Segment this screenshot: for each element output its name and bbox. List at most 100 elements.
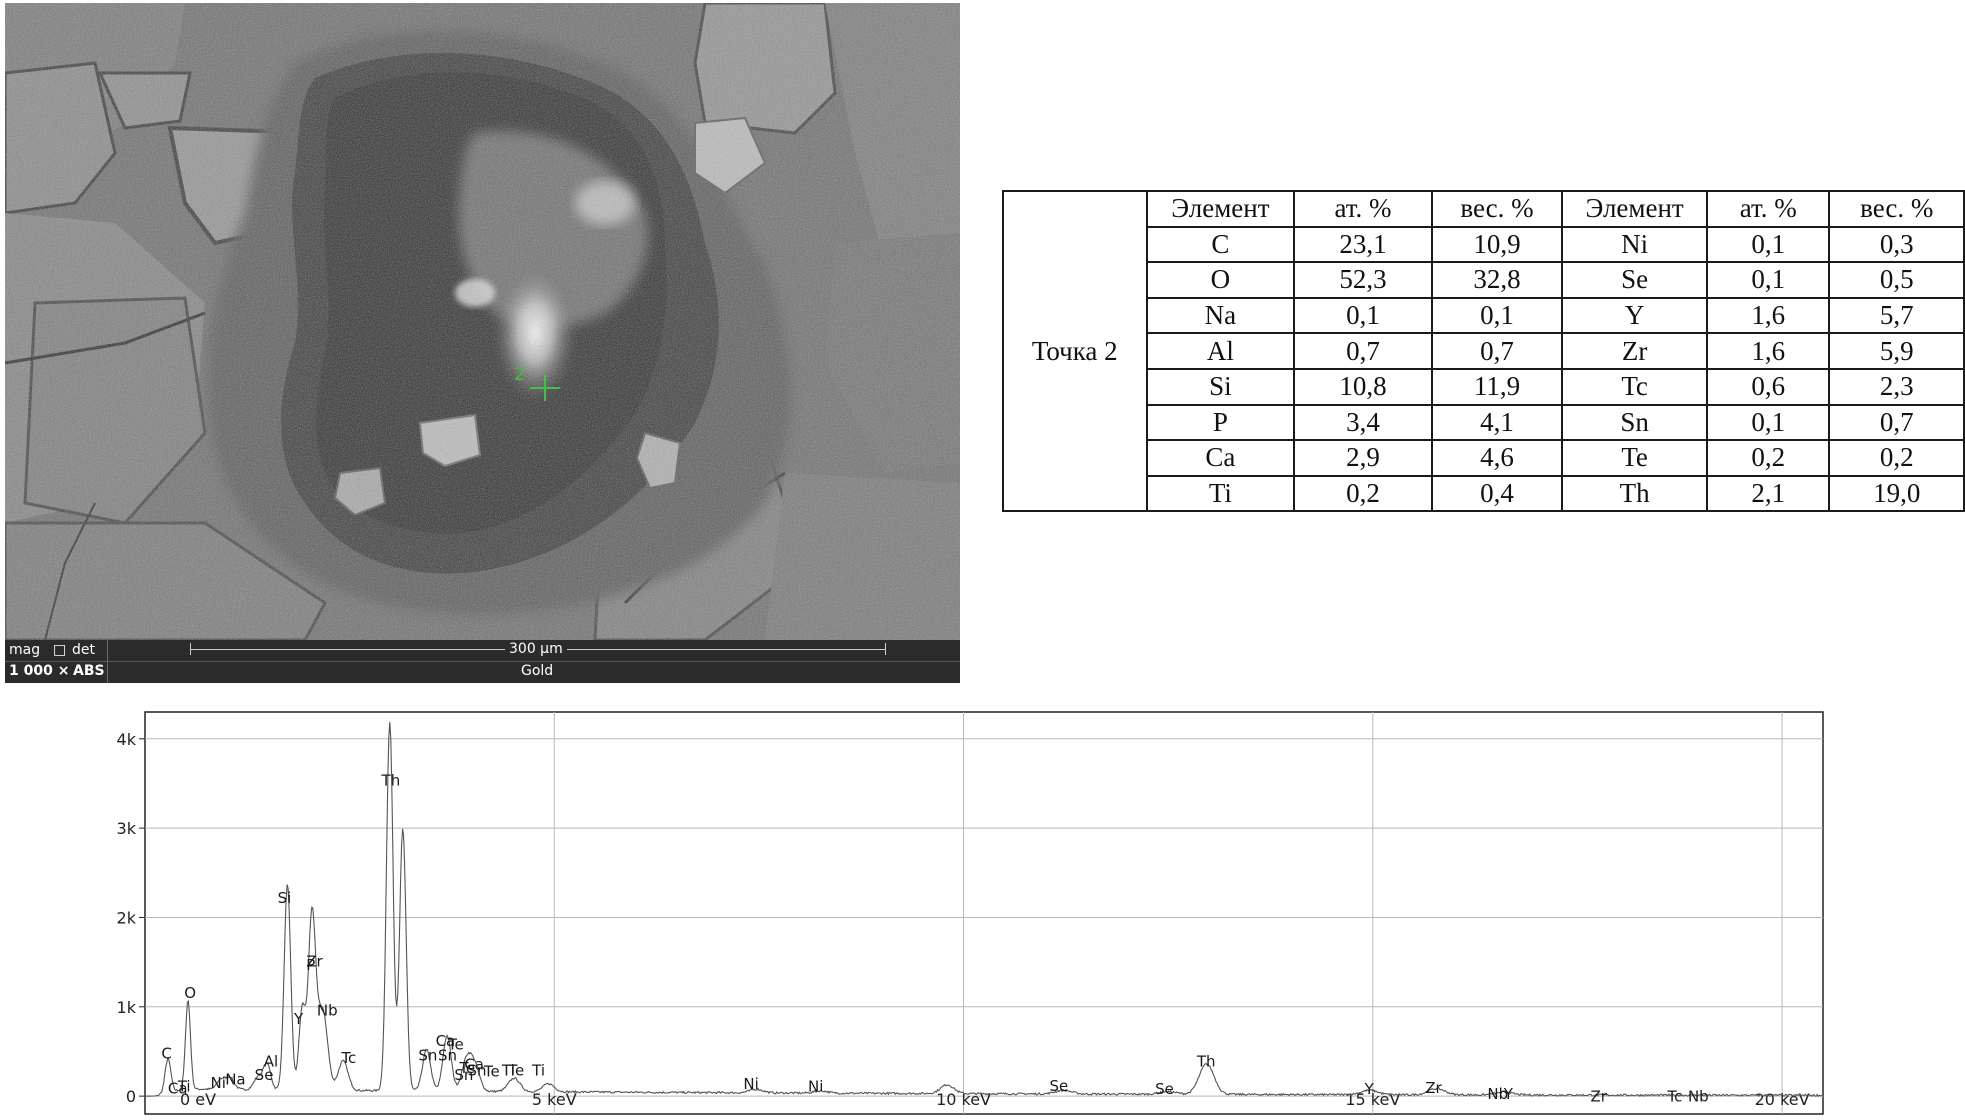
sem-micrograph-image: 2 <box>5 3 960 640</box>
table-row: Si 10,8 11,9 Tc 0,6 2,3 <box>1003 367 1965 406</box>
at-percent-cell: 23,1 <box>1293 225 1433 264</box>
wt-percent-cell-2: 0,7 <box>1828 403 1965 442</box>
scale-bar-left-tick <box>190 643 191 655</box>
element-cell: C <box>1145 225 1296 264</box>
y-tick-label: 1k <box>117 998 137 1017</box>
info-bar-column-divider <box>107 640 108 683</box>
table-header-row: Точка 2 Элемент ат. % вес. % Элемент ат.… <box>1002 189 1965 513</box>
coating-label: Gold <box>521 663 554 679</box>
header-element: Элемент <box>1145 190 1296 228</box>
at-percent-cell: 52,3 <box>1293 261 1433 299</box>
header-wt-percent: вес. % <box>1430 190 1564 228</box>
wt-percent-cell: 10,9 <box>1430 225 1564 264</box>
peak-label: Ti <box>531 1062 545 1080</box>
mag-label: mag <box>9 642 41 658</box>
wt-percent-cell-2: 0,3 <box>1828 225 1965 264</box>
peak-label: Sn <box>418 1046 437 1064</box>
point-label-cell: Точка 2 <box>1002 189 1148 513</box>
table-row: P 3,4 4,1 Sn 0,1 0,7 <box>1003 403 1965 442</box>
at-percent-cell: 0,1 <box>1293 296 1433 335</box>
table-row: C 23,1 10,9 Ni 0,1 0,3 <box>1003 225 1965 264</box>
y-tick-label: 4k <box>117 730 137 749</box>
at-percent-cell-2: 2,1 <box>1705 474 1831 513</box>
table-row: Ti 0,2 0,4 Th 2,1 19,0 <box>1003 474 1965 513</box>
y-tick-label: 0 <box>126 1087 136 1106</box>
peak-label: Ni <box>210 1074 225 1092</box>
peak-label: C <box>161 1045 171 1063</box>
element-cell-2: Tc <box>1561 367 1708 406</box>
at-percent-cell-2: 1,6 <box>1705 296 1831 335</box>
det-value: ABS <box>73 663 105 679</box>
header-element-2: Элемент <box>1561 190 1708 228</box>
element-cell: P <box>1145 403 1296 442</box>
peak-label: Th <box>381 771 401 789</box>
peak-label: Y <box>293 1010 304 1028</box>
table-row: Al 0,7 0,7 Zr 1,6 5,9 <box>1003 332 1965 370</box>
y-tick-label: 2k <box>117 908 137 927</box>
at-percent-cell-2: 0,1 <box>1705 261 1831 299</box>
peak-label: Se <box>1049 1077 1068 1095</box>
element-cell-2: Sn <box>1561 403 1708 442</box>
peak-label: Te <box>507 1062 524 1080</box>
detector-square-icon: □ <box>53 642 67 658</box>
sem-info-bar: mag □ det 1 000 × ABS 300 µm Gold <box>5 640 960 683</box>
wt-percent-cell-2: 5,9 <box>1828 332 1965 370</box>
element-cell: Ca <box>1145 439 1296 477</box>
x-tick-label: 5 keV <box>532 1090 577 1109</box>
at-percent-cell: 2,9 <box>1293 439 1433 477</box>
element-cell: Al <box>1145 332 1296 370</box>
table-row: Ca 2,9 4,6 Te 0,2 0,2 <box>1003 439 1965 477</box>
wt-percent-cell-2: 0,5 <box>1828 261 1965 299</box>
peak-label: Ni <box>808 1078 823 1096</box>
peak-label: Th <box>1196 1053 1216 1071</box>
composition-table: Точка 2 Элемент ат. % вес. % Элемент ат.… <box>1002 189 1965 513</box>
wt-percent-cell-2: 5,7 <box>1828 296 1965 335</box>
wt-percent-cell: 32,8 <box>1430 261 1564 299</box>
at-percent-cell: 10,8 <box>1293 367 1433 406</box>
peak-label: Y <box>1503 1085 1514 1103</box>
element-cell-2: Th <box>1561 474 1708 513</box>
analysis-point-label: 2 <box>514 364 525 385</box>
peak-label: Nb <box>1688 1087 1709 1105</box>
element-cell-2: Se <box>1561 261 1708 299</box>
peak-label: Te <box>483 1062 500 1080</box>
y-tick-label: 3k <box>117 819 137 838</box>
peak-label: Y <box>1364 1080 1375 1098</box>
wt-percent-cell-2: 0,2 <box>1828 439 1965 477</box>
wt-percent-cell: 0,7 <box>1430 332 1564 370</box>
peak-label: Tc <box>340 1049 356 1067</box>
at-percent-cell: 3,4 <box>1293 403 1433 442</box>
wt-percent-cell: 11,9 <box>1430 367 1564 406</box>
peak-label: Tc <box>1666 1087 1682 1105</box>
element-cell: Si <box>1145 367 1296 406</box>
wt-percent-cell: 4,1 <box>1430 403 1564 442</box>
peak-label: O <box>184 984 196 1002</box>
at-percent-cell-2: 0,6 <box>1705 367 1831 406</box>
peak-label: Al <box>264 1053 278 1071</box>
peak-label: Te <box>447 1036 464 1054</box>
peak-label: Ca <box>464 1055 484 1073</box>
element-cell: O <box>1145 261 1296 299</box>
header-wt-percent-2: вес. % <box>1828 190 1965 228</box>
at-percent-cell-2: 0,1 <box>1705 403 1831 442</box>
at-percent-cell-2: 0,1 <box>1705 225 1831 264</box>
peak-label: Zr <box>1425 1079 1442 1097</box>
at-percent-cell-2: 0,2 <box>1705 439 1831 477</box>
x-tick-label: 20 keV <box>1755 1090 1810 1109</box>
header-at-percent: ат. % <box>1293 190 1433 228</box>
table-row: Na 0,1 0,1 Y 1,6 5,7 <box>1003 296 1965 335</box>
at-percent-cell-2: 1,6 <box>1705 332 1831 370</box>
peak-label: Zr <box>1591 1087 1608 1105</box>
peak-label: Ni <box>743 1075 758 1093</box>
element-cell: Na <box>1145 296 1296 335</box>
wt-percent-cell: 0,4 <box>1430 474 1564 513</box>
peak-label: P <box>306 956 315 974</box>
wt-percent-cell-2: 2,3 <box>1828 367 1965 406</box>
header-at-percent-2: ат. % <box>1705 190 1831 228</box>
at-percent-cell: 0,7 <box>1293 332 1433 370</box>
sem-micrograph-panel: 2 mag □ det 1 000 × ABS 300 µm Gold <box>5 3 960 683</box>
peak-label: Ti <box>177 1078 191 1096</box>
eds-spectrum-chart: 01k2k3k4k0 eV 5 keV 10 keV 15 keV 20 keV CCa… <box>117 711 1824 1115</box>
info-bar-row-divider <box>5 661 960 662</box>
mag-value: 1 000 × <box>9 663 70 679</box>
